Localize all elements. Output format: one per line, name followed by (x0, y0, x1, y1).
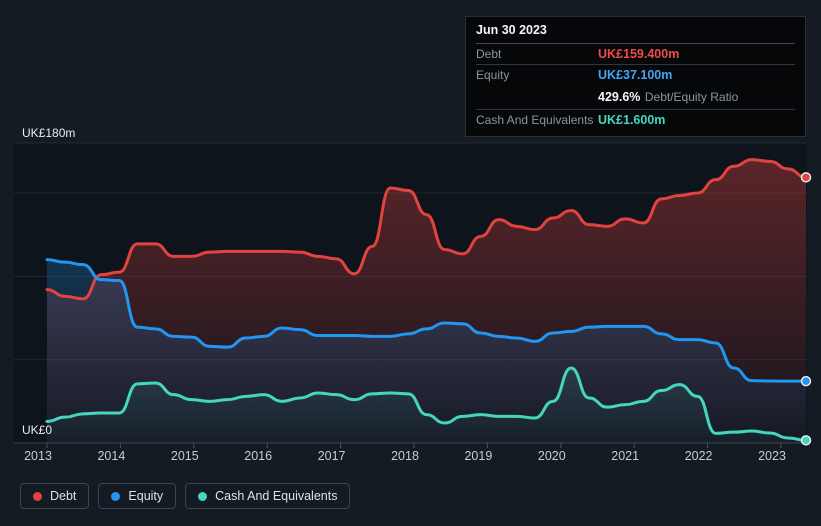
tooltip-cash-row: Cash And Equivalents UK£1.600m (476, 109, 795, 130)
x-axis-label-2021: 2021 (611, 449, 640, 463)
cash-dot-icon (198, 491, 208, 501)
x-axis-label-2015: 2015 (170, 449, 199, 463)
x-axis-label-2013: 2013 (24, 449, 52, 463)
x-axis-label-2022: 2022 (684, 449, 713, 463)
x-axis-label-2016: 2016 (244, 449, 273, 463)
y-axis-zero-label: UK£0 (22, 423, 53, 437)
debt-end-marker[interactable] (800, 172, 812, 183)
x-axis-label-2020: 2020 (537, 449, 566, 463)
legend-item-debt[interactable]: Debt (20, 483, 90, 509)
equity-end-marker[interactable] (800, 375, 812, 387)
legend-equity-label: Equity (128, 489, 164, 503)
tooltip-debt-row: Debt UK£159.400m (476, 43, 795, 64)
y-axis-max-label: UK£180m (22, 126, 76, 140)
x-axis-label-2018: 2018 (391, 449, 419, 463)
tooltip-debt-label: Debt (476, 47, 502, 61)
tooltip-debt-value: UK£159.400m (598, 47, 680, 61)
chart-tooltip: Jun 30 2023 Debt UK£159.400m Equity UK£3… (465, 16, 806, 137)
x-axis-label-2017: 2017 (317, 449, 346, 463)
tooltip-equity-value: UK£37.100m (598, 68, 673, 82)
x-axis-label-2014: 2014 (97, 449, 126, 463)
legend-debt-label: Debt (50, 489, 77, 503)
tooltip-ratio-label: Debt/Equity Ratio (644, 90, 739, 104)
x-axis-ticks (46, 443, 782, 448)
x-axis-label-2019: 2019 (464, 449, 493, 463)
tooltip-equity-label: Equity (476, 68, 510, 82)
tooltip-ratio-row: 429.6% Debt/Equity Ratio (476, 85, 795, 109)
tooltip-date: Jun 30 2023 (476, 23, 547, 37)
cash-end-marker[interactable] (800, 435, 812, 446)
tooltip-cash-label: Cash And Equivalents (476, 113, 594, 127)
debt-equity-chart-panel: UK£180m UK£0 2013 2014 2015 2016 2017 2018 201… (0, 0, 821, 526)
legend-item-cash[interactable]: Cash And Equivalents (185, 483, 351, 509)
tooltip-cash-value: UK£1.600m (598, 113, 666, 127)
equity-dot-icon (111, 491, 121, 501)
debt-dot-icon (33, 491, 42, 501)
tooltip-ratio-value: 429.6% (598, 90, 641, 104)
x-axis-label-2023: 2023 (758, 449, 786, 463)
tooltip-equity-row: Equity UK£37.100m (476, 64, 795, 85)
chart-legend: Debt Equity Cash And Equivalents (20, 483, 351, 509)
legend-cash-label: Cash And Equivalents (215, 489, 338, 503)
legend-item-equity[interactable]: Equity (98, 483, 177, 509)
